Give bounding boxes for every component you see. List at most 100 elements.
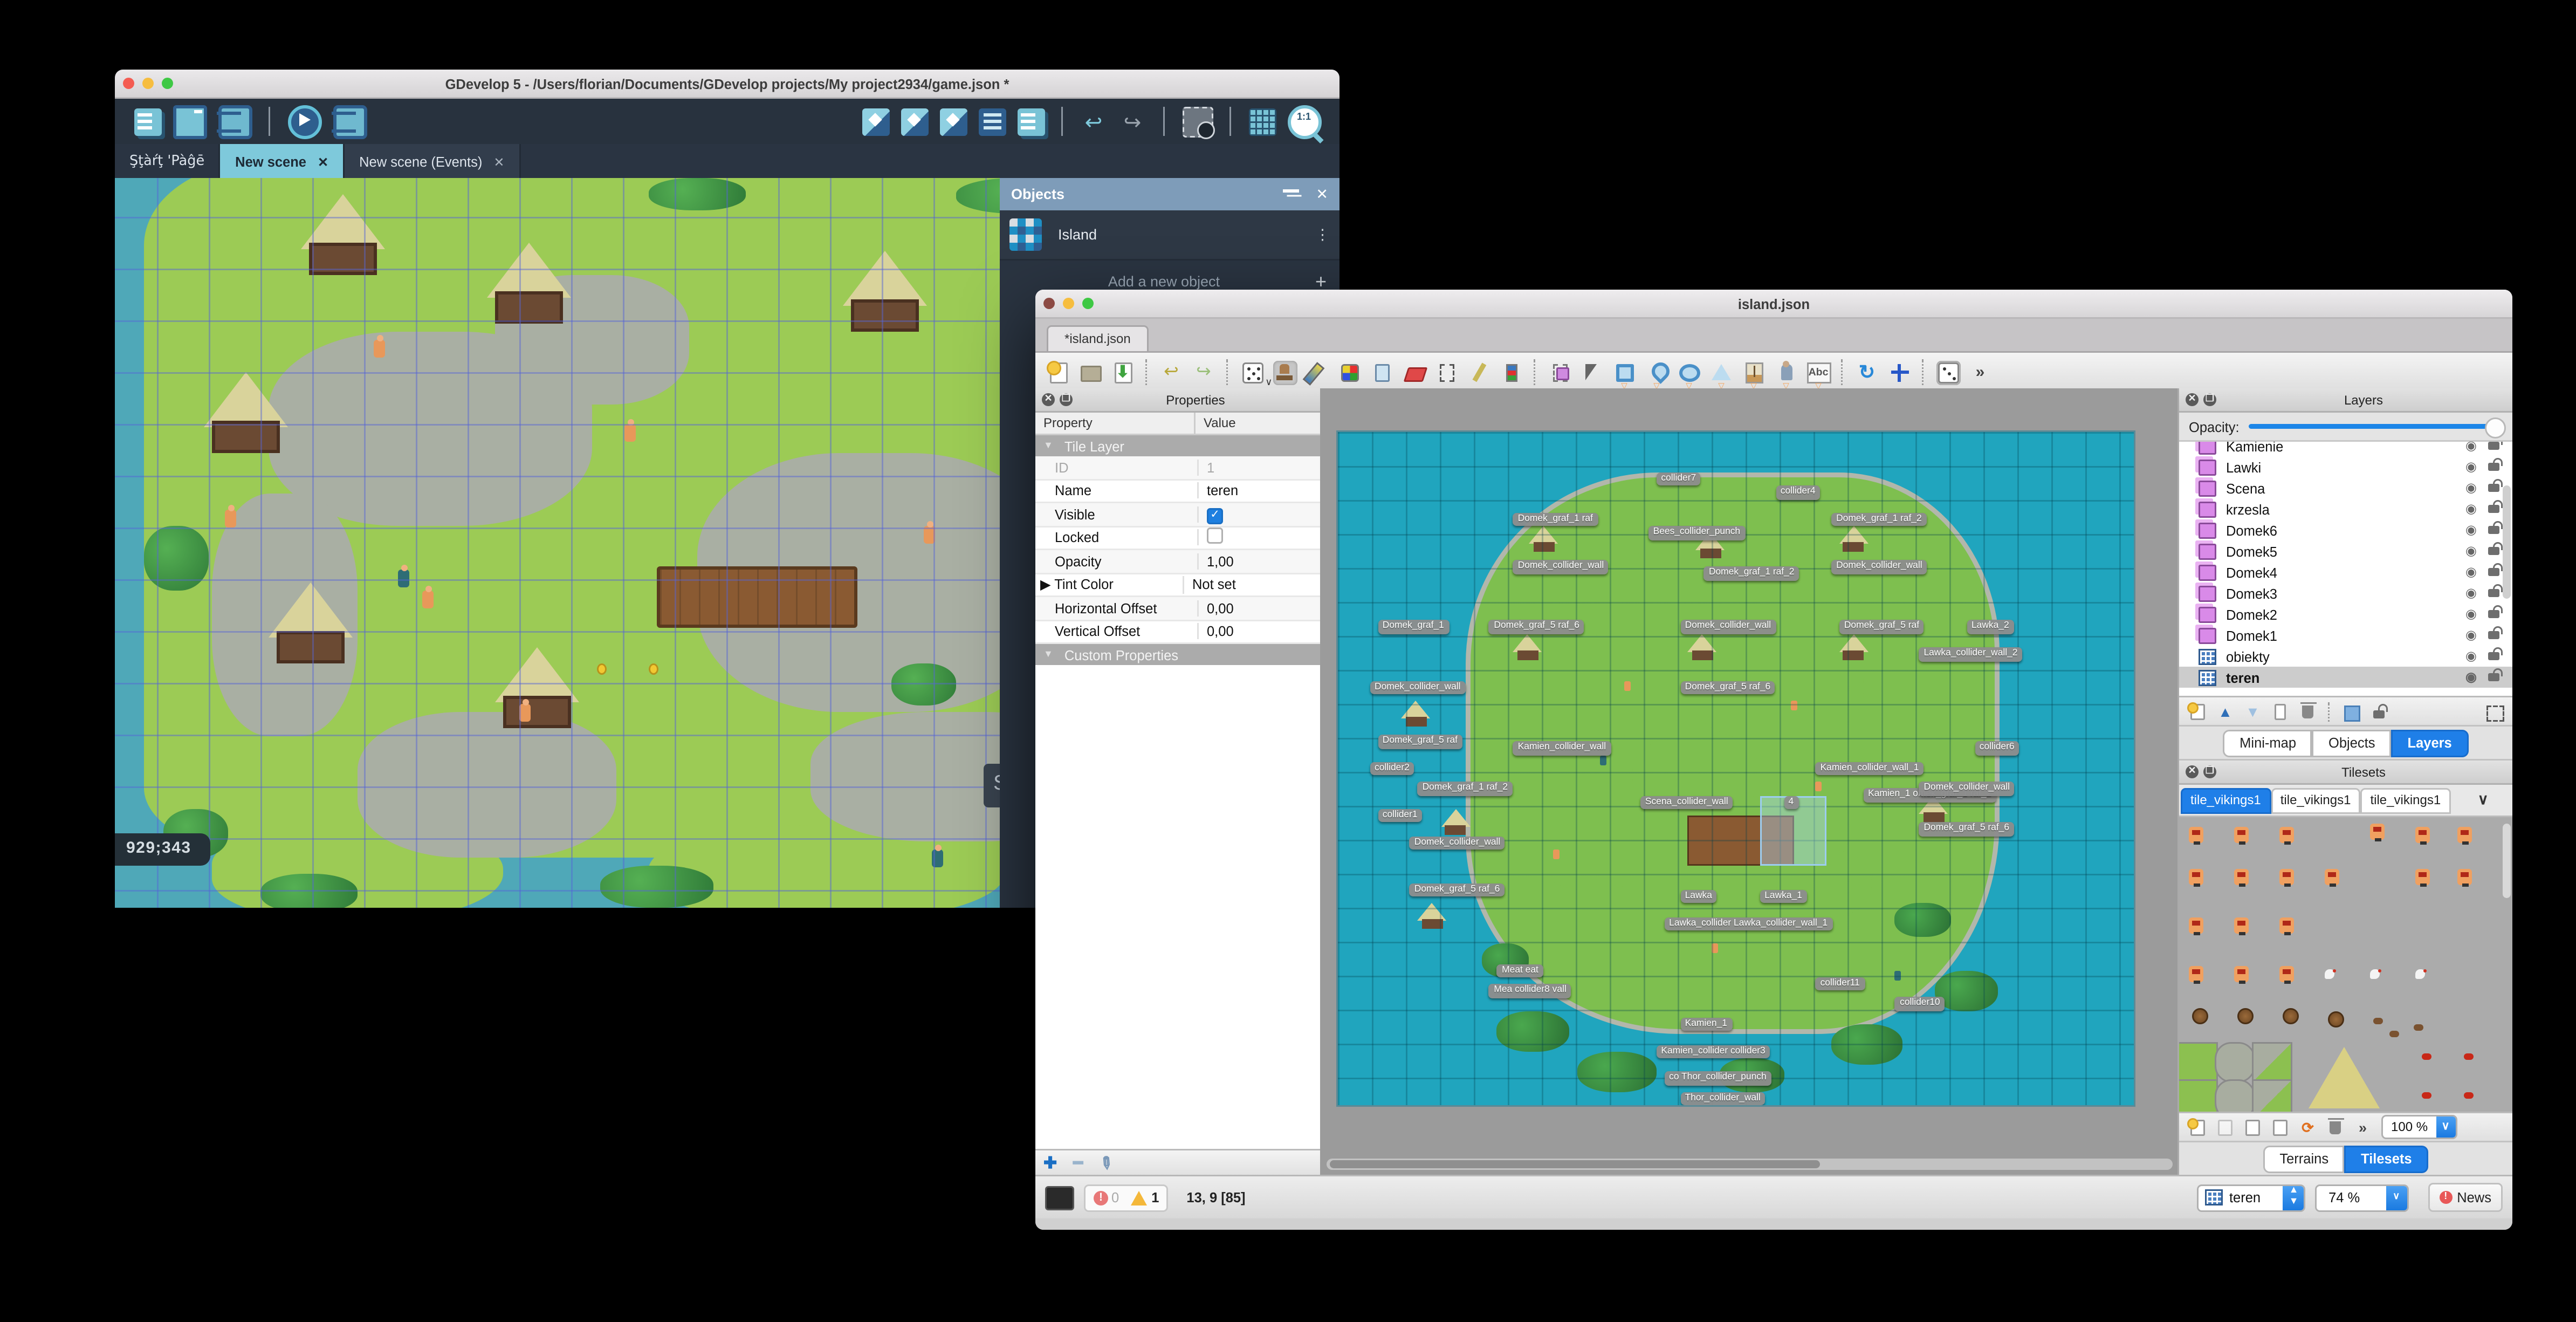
zoom-1-1-icon[interactable]: 1:1 (1287, 104, 1321, 139)
unlock-icon[interactable] (2488, 520, 2503, 534)
eraser-icon[interactable] (1402, 360, 1427, 385)
bottom-tab-terrains[interactable]: Terrains (2263, 1145, 2345, 1173)
debug-run-icon[interactable] (331, 104, 367, 139)
unlock-icon[interactable] (2488, 604, 2503, 618)
layers-stack-icon[interactable] (1016, 107, 1045, 135)
redo-icon[interactable]: ↪ (1119, 108, 1146, 135)
zoom-combo[interactable]: 74 % ∨ (2316, 1183, 2409, 1211)
grid-icon[interactable] (1248, 107, 1276, 135)
edit-tileset-icon[interactable] (2270, 1118, 2291, 1137)
mask-icon[interactable] (1181, 106, 1214, 139)
insert-rectangle-icon[interactable]: ▽ (1612, 360, 1637, 391)
property-row-tint-color[interactable]: ▶ Tint Color Not set (1035, 574, 1320, 597)
property-value[interactable] (1199, 528, 1320, 547)
tileset-tiles-view[interactable] (2179, 817, 2512, 1112)
overflow-chevron-icon[interactable]: » (1968, 360, 1993, 385)
unlock-icon[interactable] (2488, 625, 2503, 639)
property-row-name[interactable]: Name teren (1035, 480, 1320, 503)
layer-row-lawki[interactable]: Lawki ◉ (2179, 456, 2512, 477)
edit-property-icon[interactable]: ✎ (1095, 1152, 1117, 1174)
property-row-vertical-offset[interactable]: Vertical Offset 0,00 (1035, 621, 1320, 644)
objects-groups-icon[interactable] (900, 107, 928, 135)
tab-new-scene[interactable]: New scene ✕ (221, 144, 345, 180)
visibility-eye-icon[interactable]: ◉ (2465, 586, 2477, 600)
property-row-horizontal-offset[interactable]: Horizontal Offset 0,00 (1035, 597, 1320, 621)
export-tileset-icon[interactable] (2242, 1118, 2263, 1137)
insert-text-icon[interactable]: Abc ▽ (1806, 360, 1831, 391)
close-icon[interactable]: ✕ (1316, 186, 1328, 203)
insert-polygon-icon[interactable]: ▽ (1709, 360, 1734, 391)
new-tileset-icon[interactable] (2187, 1117, 2208, 1137)
property-row-id[interactable]: ID 1 (1035, 456, 1320, 480)
instances-list-icon[interactable] (978, 107, 1006, 135)
shape-fill-icon[interactable] (1370, 360, 1394, 385)
spinner-icon[interactable]: ▲ ▼ (2283, 1185, 2305, 1210)
layer-row-domek4[interactable]: Domek4 ◉ (2179, 561, 2512, 583)
checkbox[interactable]: ✓ (1207, 508, 1223, 524)
edit-polygons-icon[interactable] (1580, 360, 1604, 385)
chevron-down-icon[interactable]: ∨ (2386, 1185, 2407, 1210)
add-object-icon[interactable] (861, 107, 889, 135)
edit-properties-icon[interactable] (939, 107, 967, 135)
highlight-layer-icon[interactable] (2483, 702, 2504, 721)
visibility-eye-icon[interactable]: ◉ (2465, 544, 2477, 558)
news-button[interactable]: ! News (2428, 1183, 2503, 1212)
close-icon[interactable]: ✕ (493, 155, 504, 169)
raise-layer-icon[interactable]: ▲ (2215, 702, 2236, 721)
custom-properties-group-header[interactable]: ▼ Custom Properties (1035, 644, 1320, 665)
layer-row-obiekty[interactable]: obiekty ◉ (2179, 646, 2512, 667)
close-icon[interactable]: ✕ (318, 155, 328, 169)
embed-tileset-icon[interactable] (2215, 1118, 2236, 1137)
layer-row-domek2[interactable]: Domek2 ◉ (2179, 604, 2512, 625)
visibility-eye-icon[interactable]: ◉ (2465, 460, 2477, 474)
tileset-tab[interactable]: tile_vikings1 (2270, 787, 2361, 813)
unlock-icon[interactable] (2488, 667, 2503, 681)
save-file-icon[interactable] (1111, 360, 1135, 385)
unlock-icon[interactable] (2488, 583, 2503, 597)
unlock-icon[interactable] (2488, 541, 2503, 555)
visibility-eye-icon[interactable]: ◉ (2465, 442, 2477, 453)
object-menu-icon[interactable]: ⋮ (1315, 227, 1330, 241)
unlock-icon[interactable] (2488, 457, 2503, 471)
dice-tool-icon[interactable] (1935, 360, 1960, 385)
rect-select-icon[interactable] (1434, 360, 1459, 385)
close-icon[interactable]: ✕ (1042, 393, 1055, 406)
magic-wand-icon[interactable] (1467, 360, 1491, 385)
document-tab[interactable]: *island.json (1047, 325, 1149, 351)
visibility-eye-icon[interactable]: ◉ (2465, 502, 2477, 516)
dock-tab-layers[interactable]: Layers (2391, 729, 2468, 757)
property-value[interactable]: 1,00 (1199, 553, 1320, 569)
delete-tileset-icon[interactable] (2325, 1117, 2346, 1137)
toggle-other-layers-icon[interactable] (2341, 702, 2362, 721)
layer-row-teren[interactable]: teren ◉ (2179, 667, 2512, 688)
tileset-zoom-combo[interactable]: 100 % ∨ (2381, 1115, 2457, 1139)
unlock-icon[interactable] (2488, 646, 2503, 660)
opacity-slider[interactable] (2249, 416, 2506, 438)
terrain-brush-icon[interactable] (1302, 360, 1329, 385)
insert-tile-icon[interactable]: ▽ (1742, 360, 1766, 391)
property-value[interactable]: Not set (1184, 577, 1320, 593)
insert-point-icon[interactable]: ▽ (1645, 358, 1673, 391)
chevron-down-icon[interactable]: ∨ (2454, 791, 2512, 809)
dock-tab-objects[interactable]: Objects (2312, 729, 2392, 757)
stamp-brush-icon[interactable] (1272, 360, 1297, 385)
visibility-eye-icon[interactable]: ◉ (2465, 628, 2477, 642)
chevron-down-icon[interactable]: ∨ (2436, 1116, 2456, 1138)
visibility-eye-icon[interactable]: ◉ (2465, 481, 2477, 495)
property-value[interactable]: teren (1199, 483, 1320, 499)
tileset-tab[interactable]: tile_vikings1 (2360, 787, 2451, 813)
current-layer-combo[interactable]: teren ▲ ▼ (2196, 1183, 2306, 1211)
layer-row-kamienie[interactable]: Kamienie ◉ (2179, 442, 2512, 456)
tileset-tab[interactable]: tile_vikings1 (2181, 787, 2271, 813)
layer-row-domek6[interactable]: Domek6 ◉ (2179, 519, 2512, 540)
filter-icon[interactable] (1283, 188, 1300, 201)
redo-icon[interactable]: ↪ (1192, 360, 1216, 385)
unlock-icon[interactable] (2488, 478, 2503, 492)
property-row-locked[interactable]: Locked (1035, 527, 1320, 550)
tile-select-icon[interactable] (1499, 360, 1523, 385)
visibility-eye-icon[interactable]: ◉ (2465, 670, 2477, 684)
bottom-tab-tilesets[interactable]: Tilesets (2345, 1145, 2428, 1173)
scrollbar-thumb[interactable] (1330, 1160, 1821, 1168)
object-list-item[interactable]: Island ⋮ (1000, 210, 1339, 261)
horizontal-scrollbar[interactable] (1327, 1159, 2173, 1170)
